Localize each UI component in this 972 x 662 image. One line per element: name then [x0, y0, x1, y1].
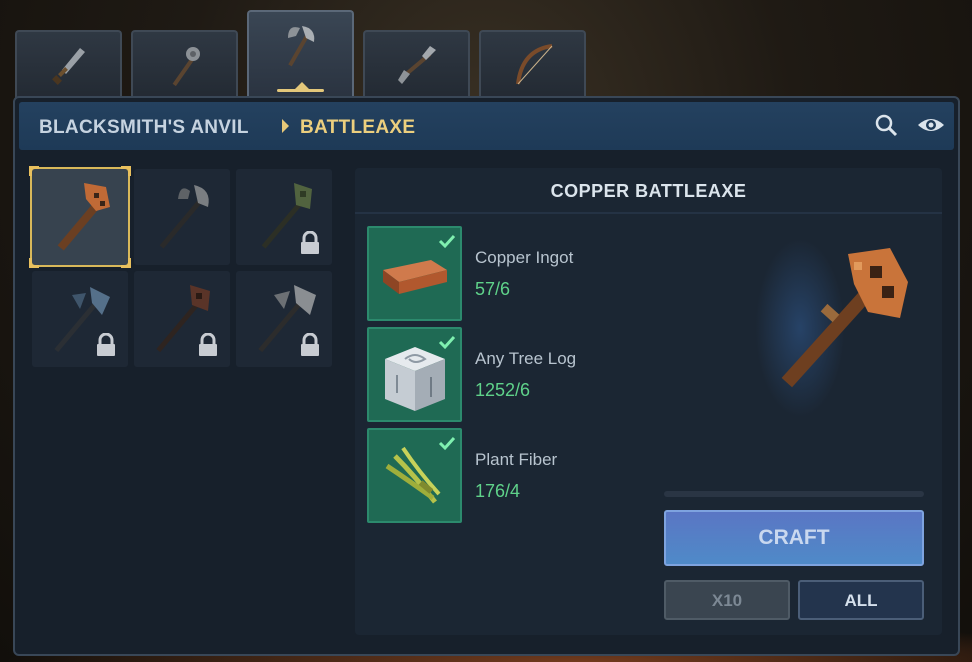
check-icon — [438, 335, 456, 350]
lock-icon — [97, 333, 115, 356]
panel-header: BLACKSMITH'S ANVIL BATTLEAXE — [19, 102, 954, 150]
craft-x10-button[interactable]: X10 — [664, 580, 790, 620]
tab-bows[interactable] — [479, 30, 586, 98]
ingredient-name: Any Tree Log — [475, 349, 577, 368]
copper-battleaxe-icon — [57, 183, 110, 251]
tab-maces[interactable] — [131, 30, 238, 98]
craft-button[interactable]: CRAFT — [664, 510, 924, 566]
tab-spears[interactable] — [363, 30, 470, 98]
item-steel-battleaxe[interactable] — [32, 271, 128, 367]
copper-battleaxe-preview-icon — [781, 248, 908, 388]
lock-icon — [301, 333, 319, 356]
spear-icon — [397, 46, 436, 84]
ingredient-count: 1252/6 — [475, 380, 531, 400]
recipe-title: COPPER BATTLEAXE — [355, 168, 942, 214]
check-icon — [438, 436, 456, 451]
tab-battleaxes[interactable] — [247, 10, 354, 98]
craft-all-button[interactable]: ALL — [798, 580, 924, 620]
breadcrumb-current: BATTLEAXE — [300, 117, 416, 138]
tab-daggers[interactable] — [15, 30, 122, 98]
item-moss-battleaxe[interactable] — [236, 169, 332, 265]
lock-icon — [199, 333, 217, 356]
item-copper-battleaxe[interactable] — [29, 166, 131, 268]
eye-icon[interactable] — [916, 112, 946, 138]
bow-icon — [515, 44, 552, 85]
ingredient-slot-copper-ingot[interactable] — [367, 226, 462, 321]
check-icon — [438, 234, 456, 249]
mace-icon — [172, 47, 200, 87]
active-tab-caret — [295, 82, 309, 89]
ingredient-name: Plant Fiber — [475, 450, 558, 469]
iron-battleaxe-icon — [159, 185, 209, 249]
crafting-panel: BLACKSMITH'S ANVIL BATTLEAXE COPPER BATT… — [13, 96, 960, 656]
craft-progress-bar — [664, 491, 924, 497]
lock-icon — [301, 231, 319, 254]
ingredient-count: 176/4 — [475, 481, 521, 501]
ingredient-name: Copper Ingot — [475, 248, 574, 267]
item-silver-battleaxe[interactable] — [236, 271, 332, 367]
dagger-icon — [51, 48, 85, 85]
breadcrumb-root[interactable]: BLACKSMITH'S ANVIL — [39, 117, 249, 139]
search-icon[interactable] — [873, 112, 899, 138]
item-iron-battleaxe[interactable] — [134, 169, 230, 265]
ingredient-count: 57/6 — [475, 279, 511, 299]
ingredient-slot-plant-fiber[interactable] — [367, 428, 462, 523]
item-dark-battleaxe[interactable] — [134, 271, 230, 367]
breadcrumb-separator-icon — [282, 119, 289, 133]
recipe-detail: COPPER BATTLEAXE Copper Ingot 57/6 Any T… — [355, 168, 942, 635]
ingredient-slot-tree-log[interactable] — [367, 327, 462, 422]
battleaxe-icon — [287, 25, 314, 66]
